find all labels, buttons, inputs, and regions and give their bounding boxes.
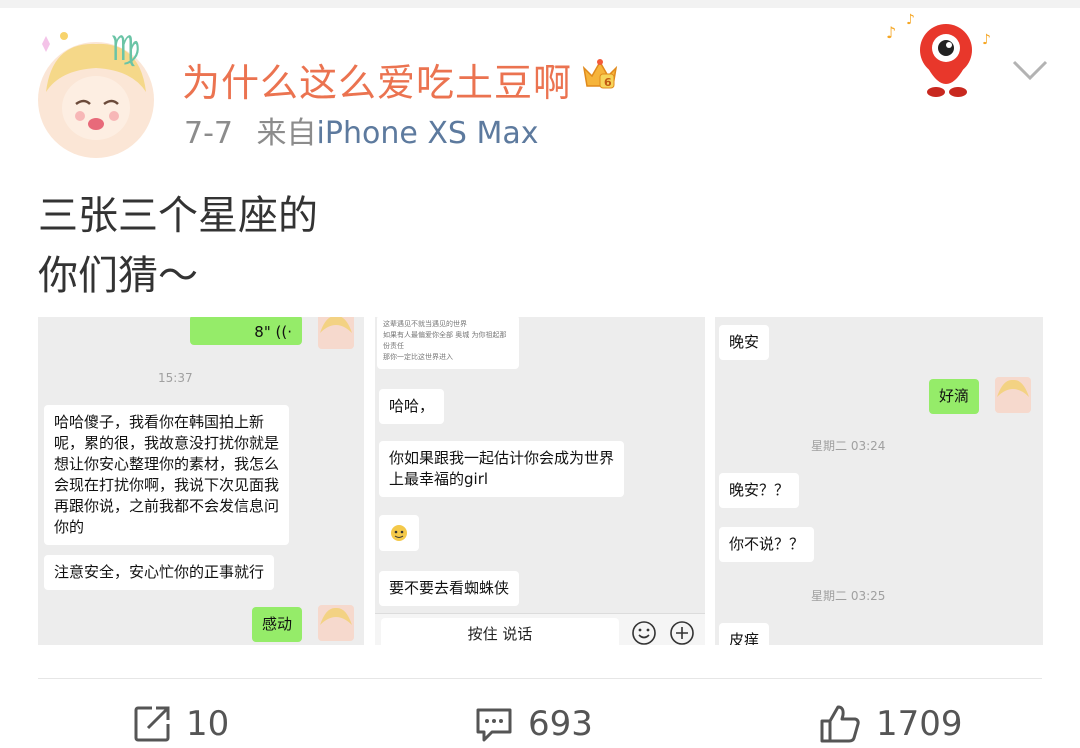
input-toolbar: 按住 说话 <box>375 613 705 645</box>
comment-icon <box>476 708 512 742</box>
avatar <box>995 377 1031 413</box>
user-avatar[interactable]: ♍ <box>32 22 160 162</box>
forward-count: 10 <box>186 704 230 744</box>
image-panel-3[interactable]: 晚安 好滴 星期二 03:24 晚安？？ 你不说？？ 星期二 03:25 皮痒 <box>715 317 1043 645</box>
post-date: 7-7 <box>184 116 233 151</box>
post-meta: 7-7 来自iPhone XS Max <box>184 108 539 152</box>
message-bubble: 要不要去看蜘蛛侠 <box>379 571 520 606</box>
username[interactable]: 为什么这么爱吃土豆啊 <box>182 52 572 107</box>
vip-crown-icon: 6 <box>580 54 620 94</box>
chevron-down-icon[interactable] <box>1010 58 1050 82</box>
hold-to-talk-button[interactable]: 按住 说话 <box>381 618 619 645</box>
message-line: 想让你安心整理你的素材，我怎么 <box>54 455 280 473</box>
message-bubble: 哈哈傻子，我看你在韩国拍上新 呢，累的很，我故意没打扰你就是 想让你安心整理你的… <box>44 405 290 545</box>
svg-text:♪: ♪ <box>906 12 915 28</box>
quoted-line: 那你一定比这世界进入 <box>383 353 453 361</box>
message-bubble: 你如果跟我一起估计你会成为世界 上最幸福的girl <box>379 441 625 497</box>
quoted-line: 如果有人最偏爱你全部 奥城 为你祖起那份责任 <box>383 331 507 350</box>
voice-message-bubble: 8" ((· <box>190 317 302 345</box>
quoted-message: 这辈遇见不就当遇见的世界 如果有人最偏爱你全部 奥城 为你祖起那份责任 那你一定… <box>377 317 519 369</box>
message-bubble: 晚安？？ <box>719 473 800 508</box>
message-line: 哈哈傻子，我看你在韩国拍上新 <box>54 413 265 431</box>
message-line: 再跟你说，之前我都不会发信息问 <box>54 497 280 515</box>
message-line: 呢，累的很，我故意没打扰你就是 <box>54 434 280 452</box>
voice-icon: ((· <box>275 323 292 341</box>
message-bubble: 皮痒 <box>719 623 770 645</box>
image-panel-2[interactable]: 这辈遇见不就当遇见的世界 如果有人最偏爱你全部 奥城 为你祖起那份责任 那你一定… <box>375 317 705 645</box>
emoji-bubble <box>379 515 419 551</box>
avatar <box>318 605 354 641</box>
like-icon <box>820 705 860 743</box>
message-line: 上最幸福的girl <box>389 470 489 488</box>
mascot-sticker: ♪ ♪ ♪ <box>884 10 1004 100</box>
post-text-line-2: 你们猜～ <box>38 253 198 299</box>
like-count: 1709 <box>876 704 963 744</box>
post-device-link[interactable]: iPhone XS Max <box>317 116 539 151</box>
timestamp: 星期二 03:25 <box>811 589 886 603</box>
message-line: 会现在打扰你啊，我说下次见面我 <box>54 476 280 494</box>
message-bubble: 晚安 <box>719 325 770 360</box>
reply-bubble: 好滴 <box>929 379 980 414</box>
comment-count: 693 <box>528 704 593 744</box>
svg-text:♍: ♍ <box>110 29 140 69</box>
voice-duration: 8" <box>254 323 271 341</box>
timestamp: 星期二 03:24 <box>811 439 886 453</box>
divider <box>38 678 1042 679</box>
forward-button[interactable]: 10 <box>132 700 229 748</box>
post-text-line-1: 三张三个星座的 <box>38 193 318 239</box>
message-bubble: 注意安全，安心忙你的正事就行 <box>44 555 275 590</box>
post-source-prefix: 来自 <box>256 116 317 151</box>
emoji-icon[interactable] <box>631 620 657 645</box>
svg-text:♪: ♪ <box>982 32 991 48</box>
message-line: 你的 <box>54 518 85 536</box>
message-bubble: 你不说？？ <box>719 527 815 562</box>
quoted-line: 这辈遇见不就当遇见的世界 <box>383 320 467 328</box>
comment-button[interactable]: 693 <box>474 700 593 748</box>
like-button[interactable]: 1709 <box>818 700 963 748</box>
avatar <box>318 317 354 349</box>
top-strip <box>0 0 1080 8</box>
message-bubble: 哈哈， <box>379 389 445 424</box>
timestamp: 15:37 <box>158 371 193 385</box>
message-line: 你如果跟我一起估计你会成为世界 <box>389 449 615 467</box>
svg-text:6: 6 <box>604 76 612 89</box>
reply-bubble: 感动 <box>252 607 303 642</box>
forward-icon <box>134 706 170 742</box>
post-text: 三张三个星座的 你们猜～ <box>38 186 318 306</box>
plus-icon[interactable] <box>669 620 695 645</box>
svg-text:♪: ♪ <box>886 23 896 42</box>
image-panel-1[interactable]: 8" ((· 15:37 哈哈傻子，我看你在韩国拍上新 呢，累的很，我故意没打扰… <box>38 317 364 645</box>
